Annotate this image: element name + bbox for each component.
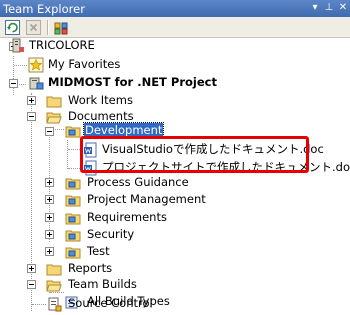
sharepoint-folder-icon (65, 247, 81, 259)
tree-line (13, 56, 14, 95)
stop-button[interactable] (25, 19, 42, 36)
sharepoint-folder-icon (65, 195, 81, 207)
pushpin-icon[interactable]: ⊥ (322, 1, 336, 15)
folder-open-icon (46, 280, 62, 292)
tree-line (14, 65, 27, 66)
tree-item-favorites[interactable]: My Favorites (47, 57, 121, 72)
tree-item-team-builds[interactable]: Team Builds (67, 277, 138, 292)
sharepoint-folder-icon (65, 126, 81, 138)
expand-toggle[interactable] (45, 230, 54, 239)
sharepoint-folder-icon (65, 230, 81, 242)
refresh-icon (5, 20, 20, 35)
tree-item-reports[interactable]: Reports (67, 261, 113, 276)
close-icon[interactable]: ✕ (336, 1, 350, 15)
tree-line (67, 140, 68, 169)
stop-icon (26, 20, 41, 35)
highlight-box (80, 136, 309, 173)
tree-item-requirements[interactable]: Requirements (86, 210, 168, 225)
expand-toggle[interactable] (27, 264, 36, 273)
title-bar: Team Explorer ▾ ⊥ ✕ (0, 0, 350, 17)
folder-icon (46, 96, 62, 108)
expand-toggle[interactable] (45, 247, 54, 256)
tree-item-test[interactable]: Test (86, 244, 111, 259)
team-project-icon (29, 77, 44, 90)
sharepoint-folder-icon (65, 178, 81, 190)
sharepoint-folder-icon (65, 213, 81, 225)
folder-open-icon (46, 112, 62, 124)
tree-item-source-control[interactable]: Source Control (67, 296, 154, 311)
collapse-toggle[interactable] (9, 79, 18, 88)
tree-line (53, 129, 64, 130)
tree-item-work-items[interactable]: Work Items (67, 93, 134, 108)
add-project-button[interactable] (53, 19, 70, 36)
refresh-button[interactable] (4, 19, 21, 36)
tree-item-process-guidance[interactable]: Process Guidance (86, 175, 190, 190)
window-title: Team Explorer (3, 2, 85, 16)
expand-toggle[interactable] (45, 195, 54, 204)
tree-line (31, 93, 32, 311)
team-explorer-tree: TRICOLORE My Favorites MIDMOST for .NET … (0, 38, 350, 315)
collapse-toggle[interactable] (27, 112, 36, 121)
add-team-project-icon (54, 22, 68, 35)
source-control-icon (48, 297, 62, 312)
toolbar (0, 17, 350, 38)
tree-item-security[interactable]: Security (86, 227, 135, 242)
expand-toggle[interactable] (45, 178, 54, 187)
tree-item-project[interactable]: MIDMOST for .NET Project (47, 75, 218, 90)
toolbar-separator (47, 20, 49, 35)
expand-toggle[interactable] (45, 213, 54, 222)
tree-item-documents[interactable]: Documents (67, 109, 135, 124)
folder-icon (46, 264, 62, 276)
expand-toggle[interactable] (27, 96, 36, 105)
dropdown-icon[interactable]: ▾ (308, 1, 322, 15)
tree-item-server[interactable]: TRICOLORE (28, 38, 96, 53)
collapse-toggle[interactable] (27, 280, 36, 289)
tree-line (32, 304, 46, 305)
favorites-star-icon (28, 57, 44, 73)
tree-item-project-management[interactable]: Project Management (86, 192, 207, 207)
server-icon (12, 38, 24, 53)
collapse-toggle[interactable] (45, 127, 54, 136)
